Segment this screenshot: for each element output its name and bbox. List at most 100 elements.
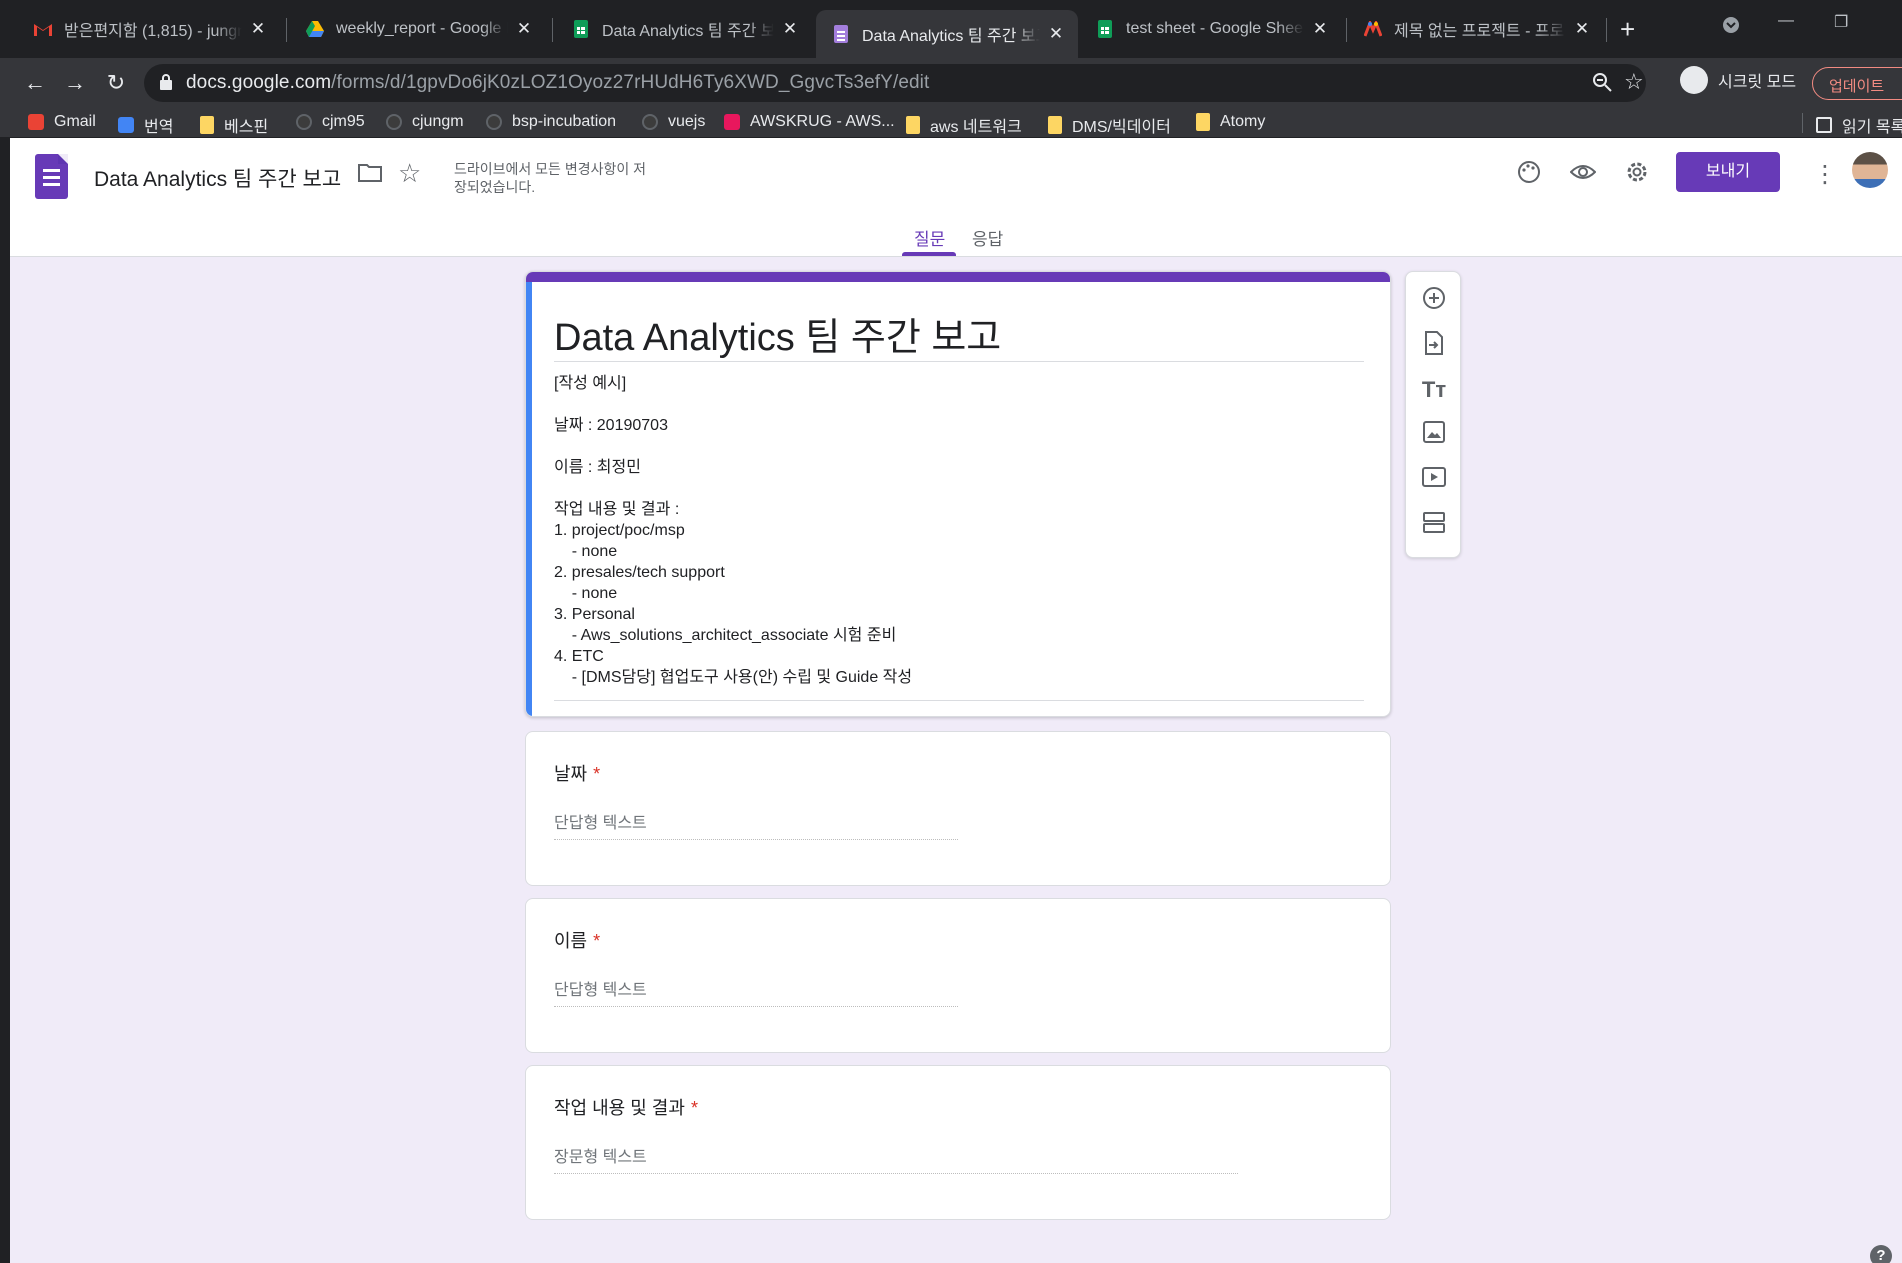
zoom-icon[interactable]	[1592, 72, 1612, 97]
translate-icon	[118, 117, 134, 133]
forward-icon[interactable]: →	[62, 70, 88, 96]
avatar[interactable]	[1852, 152, 1888, 188]
forms-header: Data Analytics 팀 주간 보고 ☆ 드라이브에서 모든 변경사항이…	[10, 138, 1902, 257]
add-question-icon[interactable]	[1420, 286, 1448, 314]
new-tab-button[interactable]: +	[1620, 14, 1635, 45]
browser-tab[interactable]: test sheet - Google Sheets ✕	[1080, 10, 1342, 48]
bookmark-label: bsp-incubation	[512, 113, 617, 130]
preview-eye-icon[interactable]	[1568, 160, 1598, 191]
back-icon[interactable]: ←	[22, 70, 48, 96]
question-title: 이름 *	[554, 927, 600, 953]
question-title-text: 작업 내용 및 결과	[554, 1098, 685, 1118]
bookmark-item[interactable]: AWSKRUG - AWS...	[724, 113, 895, 131]
bookmark-item[interactable]: bsp-incubation	[486, 113, 616, 131]
import-questions-icon[interactable]	[1420, 331, 1448, 359]
browser-tab[interactable]: 제목 없는 프로젝트 - 프로젝 ✕	[1348, 10, 1604, 48]
settings-gear-icon[interactable]	[1622, 160, 1652, 191]
restore-icon[interactable]: ❐	[1834, 12, 1848, 32]
short-answer-field: 단답형 텍스트	[554, 809, 958, 840]
incognito-indicator[interactable]: 시크릿 모드	[1680, 66, 1796, 94]
browser-toolbar: ← → ↻ docs.google.com/forms/d/1gpvDo6jK0…	[0, 58, 1902, 108]
add-title-icon[interactable]: Tт	[1420, 376, 1448, 404]
question-card[interactable]: 날짜 * 단답형 텍스트	[525, 731, 1391, 886]
bookmark-label: Gmail	[54, 113, 96, 130]
close-icon[interactable]: ✕	[248, 19, 268, 39]
forms-icon	[832, 25, 850, 43]
close-icon[interactable]: ✕	[1046, 24, 1066, 44]
more-vert-icon[interactable]: ⋮	[1810, 160, 1840, 189]
browser-tab[interactable]: Data Analytics 팀 주간 보고 ✕	[556, 10, 812, 48]
sheets-icon	[572, 20, 590, 38]
incognito-icon	[1680, 66, 1708, 94]
bookmark-item[interactable]: cjm95	[296, 113, 365, 131]
bookmark-item[interactable]: 베스핀	[200, 113, 268, 137]
reading-list-icon	[1816, 117, 1832, 133]
github-icon	[386, 114, 402, 130]
bookmark-star-icon[interactable]: ☆	[1624, 69, 1644, 95]
bookmark-item[interactable]: DMS/빅데이터	[1048, 113, 1171, 137]
address-bar[interactable]: docs.google.com/forms/d/1gpvDo6jK0zLOZ1O…	[144, 64, 1646, 102]
url-text: docs.google.com/forms/d/1gpvDo6jK0zLOZ1O…	[186, 72, 929, 94]
reading-list[interactable]: 읽기 목록	[1816, 113, 1902, 137]
form-title[interactable]: Data Analytics 팀 주간 보고	[554, 306, 1001, 361]
bookmark-item[interactable]: aws 네트워크	[906, 113, 1022, 137]
required-mark: *	[593, 764, 601, 784]
folder-icon	[1048, 116, 1062, 134]
close-icon[interactable]: ✕	[1572, 19, 1592, 39]
tab-divider	[286, 18, 287, 42]
browser-tab[interactable]: 받은편지함 (1,815) - jungm ✕	[18, 10, 280, 48]
github-icon	[642, 114, 658, 130]
tab-responses[interactable]: 응답	[972, 225, 1003, 250]
question-card[interactable]: 이름 * 단답형 텍스트	[525, 898, 1391, 1053]
bookmark-item[interactable]: Atomy	[1196, 113, 1265, 131]
theme-color-bar	[526, 272, 1390, 282]
add-section-icon[interactable]	[1420, 511, 1448, 539]
browser-tab-active[interactable]: Data Analytics 팀 주간 보고 ✕	[816, 10, 1078, 58]
forms-app: Data Analytics 팀 주간 보고 ☆ 드라이브에서 모든 변경사항이…	[10, 138, 1902, 1263]
add-image-icon[interactable]	[1420, 421, 1448, 449]
tab-title: Data Analytics 팀 주간 보고	[602, 23, 774, 40]
url-path: /forms/d/1gpvDo6jK0zLOZ1Oyoz27rHUdH6Ty6X…	[331, 72, 930, 93]
project-icon	[1364, 20, 1382, 38]
description-underline	[554, 700, 1364, 701]
bookmark-label: 베스핀	[224, 119, 269, 136]
reload-icon[interactable]: ↻	[103, 70, 129, 96]
required-mark: *	[690, 1098, 698, 1118]
drive-icon	[306, 20, 324, 38]
active-tab-indicator	[902, 252, 956, 256]
question-card[interactable]: 작업 내용 및 결과 * 장문형 텍스트	[525, 1065, 1391, 1220]
tab-search-icon[interactable]	[1722, 16, 1740, 39]
minimize-icon[interactable]: —	[1778, 12, 1794, 30]
close-icon[interactable]: ✕	[1310, 19, 1330, 39]
bookmarks-bar: Gmail 번역 베스핀 cjm95 cjungm bsp-incubation…	[0, 108, 1902, 138]
add-video-icon[interactable]	[1420, 466, 1448, 494]
send-button[interactable]: 보내기	[1676, 152, 1780, 192]
browser-tab[interactable]: weekly_report - Google Dri ✕	[290, 10, 546, 48]
form-description[interactable]: [작성 예시] 날짜 : 20190703 이름 : 최정민 작업 내용 및 결…	[554, 373, 912, 688]
save-status: 드라이브에서 모든 변경사항이 저장되었습니다.	[454, 161, 646, 195]
help-icon[interactable]: ?	[1870, 1245, 1892, 1263]
tab-title: 제목 없는 프로젝트 - 프로젝	[1394, 23, 1566, 40]
active-card-indicator	[526, 282, 532, 716]
close-icon[interactable]: ✕	[780, 19, 800, 39]
lock-icon	[160, 74, 172, 95]
update-button[interactable]: 업데이트	[1812, 67, 1902, 100]
star-icon[interactable]: ☆	[398, 158, 421, 189]
close-icon[interactable]: ✕	[514, 19, 534, 39]
palette-icon[interactable]	[1514, 160, 1544, 191]
bookmark-item[interactable]: 번역	[118, 113, 173, 137]
bookmark-label: vuejs	[668, 113, 706, 130]
bookmark-item[interactable]: cjungm	[386, 113, 464, 131]
forms-logo-icon[interactable]	[35, 154, 68, 199]
folder-icon[interactable]	[358, 162, 382, 188]
bookmark-label: cjungm	[412, 113, 464, 130]
bookmark-item[interactable]: Gmail	[28, 113, 96, 131]
github-icon	[296, 114, 312, 130]
tab-questions[interactable]: 질문	[914, 225, 945, 250]
bookmark-item[interactable]: vuejs	[642, 113, 705, 131]
incognito-label: 시크릿 모드	[1718, 74, 1797, 91]
form-title-card[interactable]: Data Analytics 팀 주간 보고 [작성 예시] 날짜 : 2019…	[525, 271, 1391, 717]
bookmark-label: Atomy	[1220, 113, 1266, 130]
url-host: docs.google.com	[186, 72, 332, 93]
document-title[interactable]: Data Analytics 팀 주간 보고	[94, 163, 341, 193]
